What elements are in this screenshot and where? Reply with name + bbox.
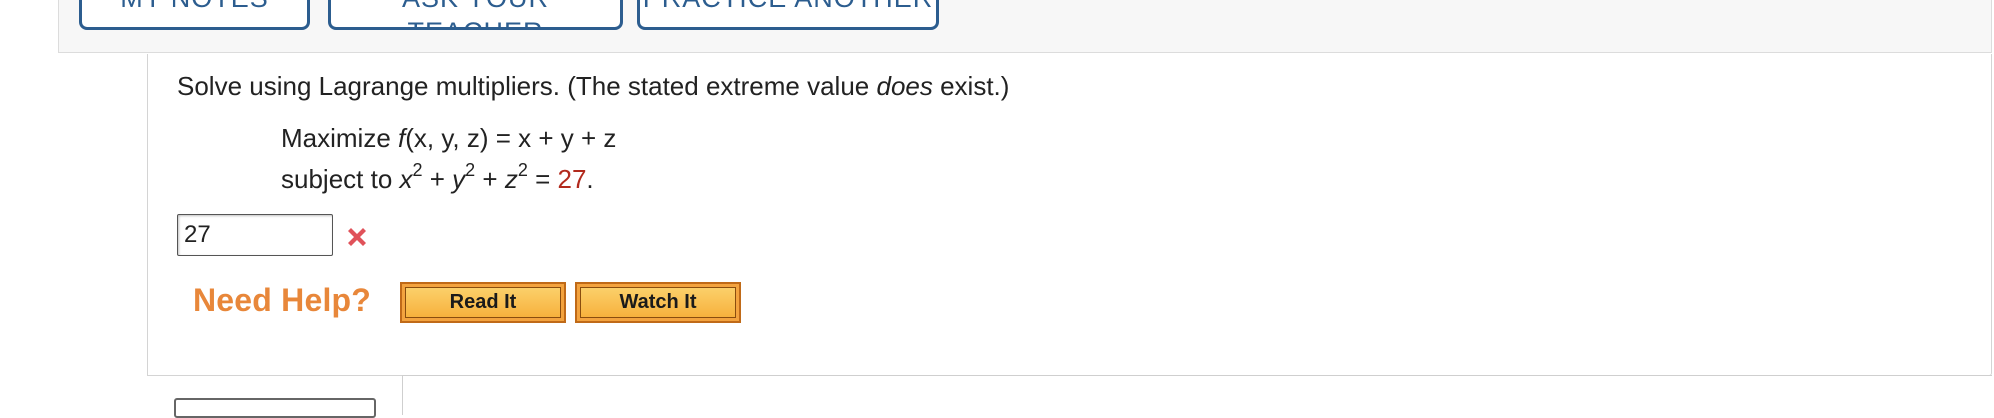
read-it-label: Read It <box>405 287 561 318</box>
constraint-label: subject to <box>281 164 400 194</box>
instruction-emphasis: does <box>876 71 933 101</box>
constraint: subject to x2 + y2 + z2 = 27. <box>281 160 594 194</box>
watch-it-label: Watch It <box>580 287 736 318</box>
my-notes-button[interactable]: MY NOTES <box>79 0 310 30</box>
function-expression: (x, y, z) = x + y + z <box>405 123 617 153</box>
read-it-button[interactable]: Read It <box>400 282 566 323</box>
constraint-value: 27 <box>557 164 587 194</box>
ask-your-teacher-button[interactable]: ASK YOUR TEACHER <box>328 0 623 30</box>
watch-it-button[interactable]: Watch It <box>575 282 741 323</box>
objective-function: Maximize f(x, y, z) = x + y + z <box>281 123 616 154</box>
question-toolbar: MY NOTES ASK YOUR TEACHER PRACTICE ANOTH… <box>58 0 1992 53</box>
question-instruction: Solve using Lagrange multipliers. (The s… <box>177 71 1009 102</box>
instruction-text-end: exist.) <box>932 71 1010 101</box>
objective-label: Maximize <box>281 123 399 153</box>
lower-panel <box>402 375 1992 415</box>
answer-input[interactable] <box>177 214 333 256</box>
instruction-text: Solve using Lagrange multipliers. (The s… <box>177 71 877 101</box>
x-mark-icon <box>348 228 366 246</box>
need-help-label: Need Help? <box>193 282 372 318</box>
practice-another-button[interactable]: PRACTICE ANOTHER <box>637 0 939 30</box>
lower-button[interactable] <box>174 398 376 418</box>
question-panel <box>147 54 1992 376</box>
